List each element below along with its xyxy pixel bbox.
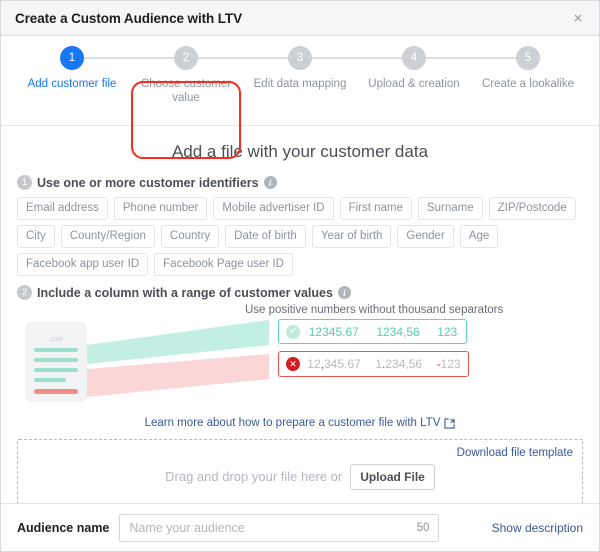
section-1-title: Use one or more customer identifiers <box>37 175 259 190</box>
learn-more-link[interactable]: Learn more about how to prepare a custom… <box>145 417 456 429</box>
invalid-values: 12,345.67 1.234,56 -123 <box>300 357 468 371</box>
download-file-template-link[interactable]: Download file template <box>457 447 573 459</box>
step-4-upload-creation[interactable]: 4 Upload & creation <box>357 46 471 105</box>
invalid-value-2: 1.234,56 <box>375 357 423 371</box>
file-dropzone[interactable]: Download file template Drag and drop you… <box>17 439 583 503</box>
chip-date-of-birth: Date of birth <box>225 225 306 248</box>
modal-footer: Audience name 50 Show description <box>1 503 599 551</box>
csv-file-illustration: .csv <box>25 320 269 402</box>
step-connector-left <box>357 57 402 59</box>
chip-surname: Surname <box>417 197 483 220</box>
customer-value-illustration: Use positive numbers without thousand se… <box>17 304 583 412</box>
valid-values: 12345.67 1234,56 123 <box>300 325 466 339</box>
audience-name-input[interactable] <box>129 520 417 535</box>
page-title: Add a file with your customer data <box>171 142 429 161</box>
step-connector-left <box>471 57 516 59</box>
stepper: 1 Add customer file 2 Choose customer va… <box>1 36 599 159</box>
step-connector-right <box>84 57 129 59</box>
step-number: 3 <box>288 46 312 70</box>
valid-value-example: ✔ 12345.67 1234,56 123 <box>278 319 467 344</box>
section-number-badge: 2 <box>17 285 32 300</box>
close-icon: ✕ <box>286 357 300 371</box>
chip-mobile-advertiser-id: Mobile advertiser ID <box>213 197 334 220</box>
invalid-value-1: 12,345.67 <box>307 357 361 371</box>
info-icon[interactable]: i <box>337 286 351 299</box>
dropzone-content: Drag and drop your file here or Upload F… <box>165 463 435 490</box>
step-5-create-lookalike[interactable]: 5 Create a lookalike <box>471 46 585 105</box>
learn-more-label: Learn more about how to prepare a custom… <box>144 417 441 429</box>
learn-more-row: Learn more about how to prepare a custom… <box>17 413 583 431</box>
create-custom-audience-modal: Create a Custom Audience with LTV × 1 Ad… <box>0 0 600 552</box>
step-connector-right <box>198 57 243 59</box>
valid-value-3: 123 <box>437 324 458 339</box>
svg-text:.csv: .csv <box>49 336 63 343</box>
chip-year-of-birth: Year of birth <box>311 225 392 248</box>
chip-gender: Gender <box>397 225 454 248</box>
valid-value-2: 1234,56 <box>376 324 420 339</box>
chip-first-name: First name <box>339 197 412 220</box>
step-number: 5 <box>516 46 540 70</box>
customer-identifier-chips: Email address Phone number Mobile advert… <box>17 197 583 276</box>
illustration-caption: Use positive numbers without thousand se… <box>245 304 504 316</box>
step-label: Create a lookalike <box>481 78 575 90</box>
step-2-choose-customer-value[interactable]: 2 Choose customer value <box>129 46 243 105</box>
step-connector-right <box>426 57 471 59</box>
section-number-badge: 1 <box>17 175 32 190</box>
step-number: 2 <box>174 46 198 70</box>
chip-email-address: Email address <box>17 197 108 220</box>
chip-age: Age <box>459 225 499 248</box>
invalid-value-3: -123 <box>436 357 461 371</box>
step-connector-right <box>312 57 357 59</box>
chip-phone-number: Phone number <box>113 197 208 220</box>
check-icon: ✔ <box>286 324 300 339</box>
step-label: Choose customer value <box>140 78 232 104</box>
step-1-add-customer-file[interactable]: 1 Add customer file <box>15 46 129 105</box>
character-counter: 50 <box>416 521 430 534</box>
chip-city: City <box>17 225 55 248</box>
info-icon[interactable]: i <box>263 176 277 189</box>
external-link-icon <box>444 417 456 429</box>
step-number: 1 <box>60 46 84 70</box>
chip-county-region: County/Region <box>60 225 155 248</box>
chip-country: Country <box>160 225 220 248</box>
step-connector-left <box>243 57 288 59</box>
step-3-edit-data-mapping[interactable]: 3 Edit data mapping <box>243 46 357 105</box>
step-label: Upload & creation <box>368 78 460 90</box>
valid-value-1: 12345.67 <box>308 324 359 339</box>
step-label: Add customer file <box>27 78 117 90</box>
chip-facebook-page-user-id: Facebook Page user ID <box>154 253 293 276</box>
section-2-title: Include a column with a range of custome… <box>37 285 333 300</box>
invalid-value-example: ✕ 12,345.67 1.234,56 -123 <box>278 351 469 377</box>
audience-name-field[interactable]: 50 <box>119 513 440 542</box>
upload-file-button[interactable]: Upload File <box>350 463 435 490</box>
dropzone-instruction: Drag and drop your file here or <box>165 469 343 484</box>
step-number: 4 <box>402 46 426 70</box>
chip-zip-postcode: ZIP/Postcode <box>488 197 576 220</box>
audience-name-label: Audience name <box>17 520 110 535</box>
section-2-header: 2 Include a column with a range of custo… <box>17 285 583 300</box>
show-description-link[interactable]: Show description <box>492 521 583 535</box>
section-1-header: 1 Use one or more customer identifiers i <box>17 175 583 190</box>
close-icon[interactable]: × <box>567 7 589 29</box>
modal-titlebar: Create a Custom Audience with LTV × <box>1 1 599 36</box>
step-label: Edit data mapping <box>253 78 347 90</box>
modal-title: Create a Custom Audience with LTV <box>15 10 242 26</box>
modal-body: Add a file with your customer data 1 Use… <box>1 126 599 503</box>
chip-facebook-app-user-id: Facebook app user ID <box>17 253 149 276</box>
step-connector-left <box>129 57 174 59</box>
